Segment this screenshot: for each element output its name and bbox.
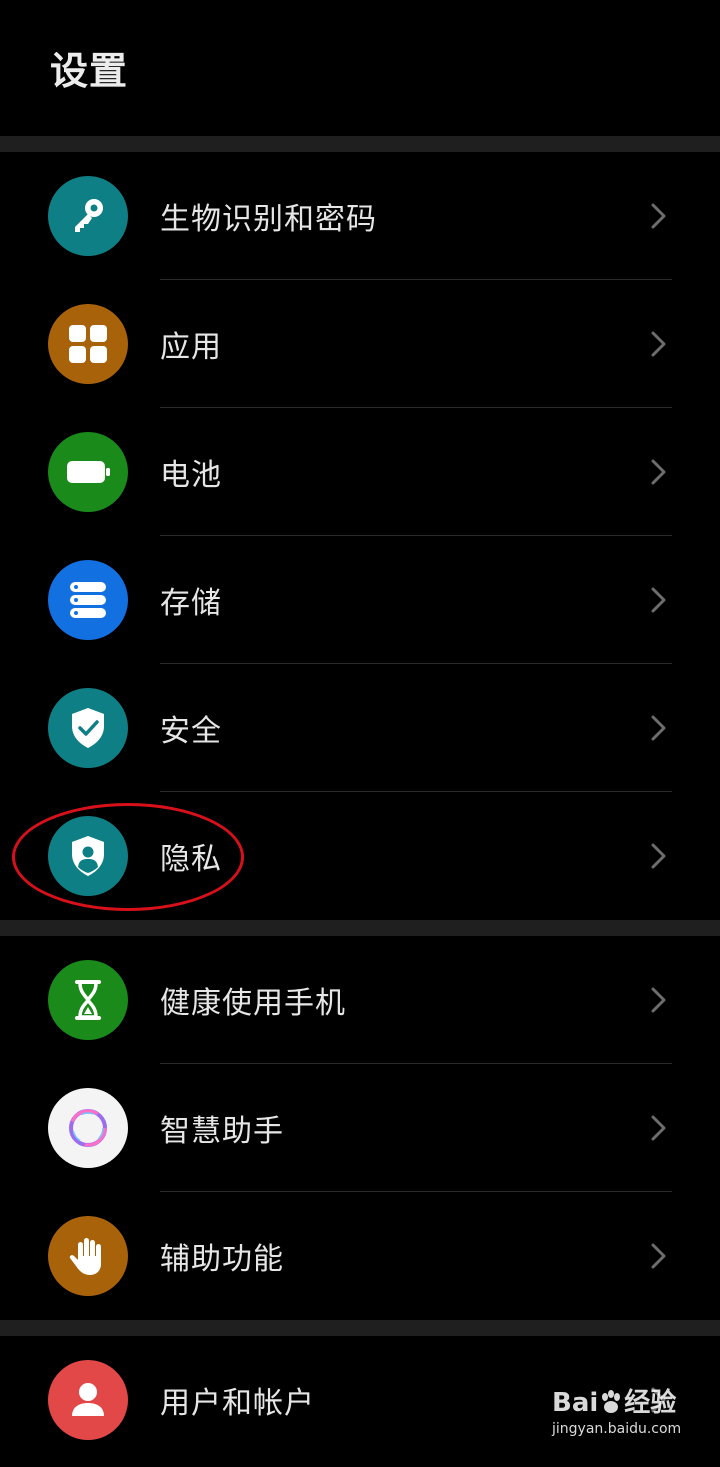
settings-item-biometrics[interactable]: 生物识别和密码 [0, 152, 720, 280]
apps-grid-icon [48, 304, 128, 384]
chevron-right-icon [651, 587, 666, 613]
settings-item-label: 生物识别和密码 [160, 202, 377, 237]
chevron-right-icon [651, 1243, 666, 1269]
chevron-right-icon [651, 715, 666, 741]
chevron-right-icon [651, 987, 666, 1013]
settings-item-security[interactable]: 安全 [0, 664, 720, 792]
header: 设置 [0, 0, 720, 136]
section-separator [0, 1320, 720, 1336]
shield-check-icon [48, 688, 128, 768]
settings-item-label: 隐私 [160, 842, 222, 877]
chevron-right-icon [651, 843, 666, 869]
watermark-brand2-text: 经验 [624, 1388, 677, 1418]
settings-section-1: 生物识别和密码 应用 电池 存储 安全 隐私 [0, 152, 720, 920]
settings-item-label: 用户和帐户 [160, 1386, 315, 1421]
battery-icon [48, 432, 128, 512]
hourglass-icon [48, 960, 128, 1040]
settings-item-label: 应用 [160, 330, 222, 365]
settings-item-accessibility[interactable]: 辅助功能 [0, 1192, 720, 1320]
settings-section-2: 健康使用手机 智慧助手 辅助功能 [0, 936, 720, 1320]
hand-icon [48, 1216, 128, 1296]
section-separator [0, 136, 720, 152]
page-title: 设置 [50, 49, 129, 93]
settings-item-digital-balance[interactable]: 健康使用手机 [0, 936, 720, 1064]
settings-item-privacy[interactable]: 隐私 [0, 792, 720, 920]
settings-item-label: 辅助功能 [160, 1242, 284, 1277]
settings-item-label: 智慧助手 [160, 1114, 284, 1149]
settings-item-label: 安全 [160, 714, 222, 749]
chevron-right-icon [651, 1115, 666, 1141]
assistant-ring-icon [48, 1088, 128, 1168]
chevron-right-icon [651, 331, 666, 357]
watermark-brand: Bai 经验 [552, 1388, 702, 1418]
settings-item-battery[interactable]: 电池 [0, 408, 720, 536]
key-icon [48, 176, 128, 256]
privacy-shield-icon [48, 816, 128, 896]
settings-item-label: 存储 [160, 586, 222, 621]
chevron-right-icon [651, 203, 666, 229]
section-separator [0, 920, 720, 936]
watermark-brand-text: Bai [552, 1388, 599, 1418]
user-icon [48, 1360, 128, 1440]
watermark-url: jingyan.baidu.com [552, 1421, 682, 1437]
settings-item-smart-assistant[interactable]: 智慧助手 [0, 1064, 720, 1192]
settings-item-label: 健康使用手机 [160, 986, 346, 1021]
settings-item-label: 电池 [160, 458, 222, 493]
settings-item-apps[interactable]: 应用 [0, 280, 720, 408]
chevron-right-icon [651, 459, 666, 485]
baidu-watermark: Bai 经验 jingyan.baidu.com [552, 1388, 702, 1454]
storage-icon [48, 560, 128, 640]
paw-icon [602, 1390, 621, 1413]
settings-item-storage[interactable]: 存储 [0, 536, 720, 664]
